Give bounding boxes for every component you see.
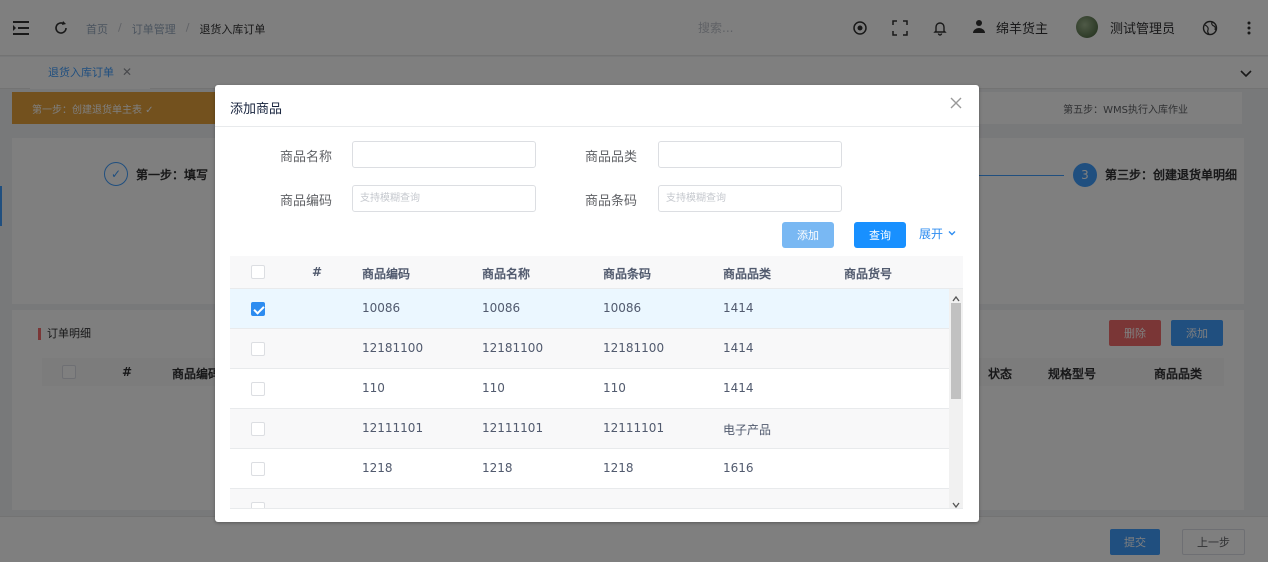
cell-name: 12111101 xyxy=(482,421,544,435)
table-row[interactable]: 12111101 12111101 12111101 电子产品 xyxy=(230,409,949,449)
cell-code: 10086 xyxy=(362,301,401,315)
product-code-input[interactable] xyxy=(352,185,536,212)
dialog-header: 添加商品 xyxy=(215,85,979,127)
product-name-input[interactable] xyxy=(352,141,536,168)
cell-name: 12181100 xyxy=(482,341,544,355)
product-barcode-label: 商品条码 xyxy=(585,194,638,209)
product-table-body: 10086 10086 10086 1414 12181100 12181100… xyxy=(230,289,949,509)
col-product-sku: 商品货号 xyxy=(844,267,893,281)
expand-label: 展开 xyxy=(919,227,944,241)
cell-code: 1218 xyxy=(362,461,393,475)
table-scrollbar[interactable] xyxy=(949,289,963,508)
row-checkbox[interactable] xyxy=(251,422,265,436)
product-code-label: 商品编码 xyxy=(280,194,333,209)
col-product-code: 商品编码 xyxy=(362,267,411,281)
product-name-label: 商品名称 xyxy=(280,150,333,165)
cell-barcode: ... xyxy=(603,501,615,509)
cell-category: 1414 xyxy=(723,381,754,395)
table-row[interactable]: 10086 10086 10086 1414 xyxy=(230,289,949,329)
add-button[interactable]: 添加 xyxy=(782,222,834,248)
cell-name: 10086 xyxy=(482,301,521,315)
add-product-dialog: 添加商品 商品名称 商品品类 商品编码 商品条码 添加 查询 展开 # 商品编码… xyxy=(215,85,979,522)
scrollbar-thumb[interactable] xyxy=(951,303,961,399)
row-checkbox[interactable] xyxy=(251,302,265,316)
col-index: # xyxy=(312,265,323,279)
row-checkbox[interactable] xyxy=(251,502,265,508)
product-category-label: 商品品类 xyxy=(585,150,638,165)
table-row[interactable]: 110 110 110 1414 xyxy=(230,369,949,409)
row-checkbox[interactable] xyxy=(251,462,265,476)
col-product-barcode: 商品条码 xyxy=(603,267,652,281)
cell-category: ... xyxy=(723,501,735,509)
select-all-checkbox[interactable] xyxy=(251,265,265,279)
cell-barcode: 12181100 xyxy=(603,341,665,355)
scroll-down-icon[interactable] xyxy=(952,498,960,508)
product-table: # 商品编码 商品名称 商品条码 商品品类 商品货号 10086 10086 1… xyxy=(230,256,963,509)
cell-name: 110 xyxy=(482,381,505,395)
cell-name: 1218 xyxy=(482,461,513,475)
close-icon[interactable] xyxy=(949,96,965,112)
table-row[interactable]: 12181100 12181100 12181100 1414 xyxy=(230,329,949,369)
product-table-header: # 商品编码 商品名称 商品条码 商品品类 商品货号 xyxy=(230,256,963,289)
chevron-down-icon xyxy=(947,227,957,241)
cell-code: 12111101 xyxy=(362,421,424,435)
row-checkbox[interactable] xyxy=(251,342,265,356)
col-product-name: 商品名称 xyxy=(482,267,531,281)
table-row[interactable]: 1218 1218 1218 1616 xyxy=(230,449,949,489)
expand-toggle[interactable]: 展开 xyxy=(919,225,957,242)
cell-barcode: 1218 xyxy=(603,461,634,475)
product-category-input[interactable] xyxy=(658,141,842,168)
product-barcode-input[interactable] xyxy=(658,185,842,212)
dialog-title: 添加商品 xyxy=(230,102,283,117)
cell-code: 110 xyxy=(362,381,385,395)
row-checkbox[interactable] xyxy=(251,382,265,396)
cell-category: 1414 xyxy=(723,341,754,355)
cell-barcode: 12111101 xyxy=(603,421,665,435)
cell-code: 12181100 xyxy=(362,341,424,355)
cell-code: ... xyxy=(362,501,374,509)
table-row[interactable]: ... ... ... ... xyxy=(230,489,949,509)
cell-barcode: 110 xyxy=(603,381,626,395)
cell-category: 电子产品 xyxy=(723,423,772,437)
scroll-up-icon[interactable] xyxy=(952,292,960,302)
col-product-category: 商品品类 xyxy=(723,267,772,281)
query-button[interactable]: 查询 xyxy=(854,222,906,248)
cell-barcode: 10086 xyxy=(603,301,642,315)
cell-category: 1616 xyxy=(723,461,754,475)
cell-category: 1414 xyxy=(723,301,754,315)
cell-name: ... xyxy=(482,501,494,509)
